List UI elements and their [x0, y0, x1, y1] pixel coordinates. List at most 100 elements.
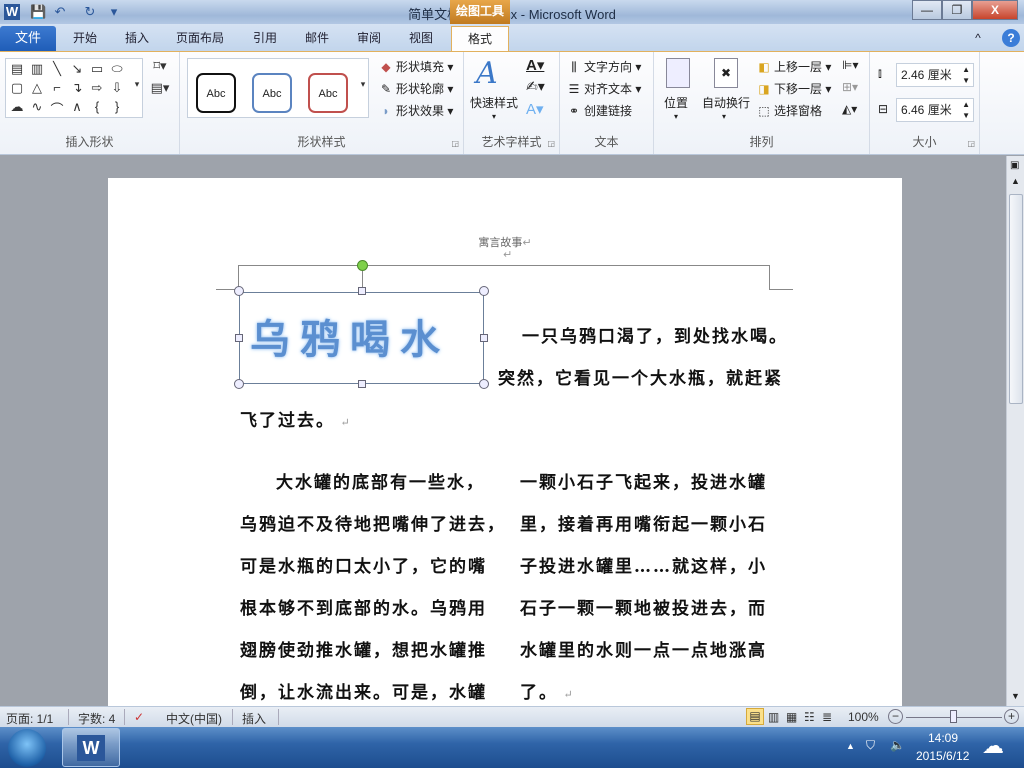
selection-pane-button[interactable]: ⬚ 选择窗格	[756, 102, 822, 119]
help-icon[interactable]: ?	[1002, 29, 1020, 47]
create-link-button[interactable]: ⚭ 创建链接	[566, 102, 632, 119]
bring-forward-button[interactable]: ◧ 上移一层 ▾	[756, 58, 831, 75]
left-column-line[interactable]: 根本够不到底部的水。乌鸦用	[240, 594, 487, 619]
shape-oval[interactable]: ⬭	[108, 61, 126, 77]
text-line[interactable]: 一只乌鸦口渴了，到处找水喝。	[522, 322, 788, 347]
print-layout-icon[interactable]: ▤	[746, 708, 764, 725]
tab-insert[interactable]: 插入	[114, 27, 160, 51]
page-count[interactable]: 页面: 1/1	[6, 710, 53, 727]
left-column-line[interactable]: 翅膀使劲推水罐，想把水罐推	[240, 636, 487, 661]
shape-elbow[interactable]: ⌐	[48, 80, 66, 95]
show-hidden-icons[interactable]: ▲	[846, 741, 855, 751]
right-column-line[interactable]: 子投进水罐里……就这样，小	[520, 552, 767, 577]
language[interactable]: 中文(中国)	[166, 710, 222, 727]
right-column-line[interactable]: 了。 ↵	[520, 678, 575, 703]
shape-fill-button[interactable]: ◆ 形状填充 ▾	[378, 58, 453, 75]
resize-handle[interactable]	[234, 286, 244, 296]
clock-date[interactable]: 2015/6/12	[916, 749, 969, 763]
ruler-toggle-icon[interactable]: ▣	[1010, 160, 1019, 171]
group-icon[interactable]: ⊞▾	[842, 80, 858, 94]
resize-handle[interactable]	[234, 379, 244, 389]
start-button[interactable]	[8, 729, 46, 767]
right-column-line[interactable]: 里，接着再用嘴衔起一颗小石	[520, 510, 767, 535]
rotate-handle[interactable]	[357, 260, 368, 271]
resize-handle[interactable]	[235, 334, 243, 342]
taskbar-word-button[interactable]: W	[62, 728, 120, 767]
shape-freeform[interactable]: ∿	[28, 99, 46, 115]
resize-handle[interactable]	[479, 286, 489, 296]
shape-curve[interactable]: ∧	[68, 99, 86, 115]
insert-mode[interactable]: 插入	[242, 710, 266, 727]
shape-line[interactable]: ╲	[48, 61, 66, 77]
volume-icon[interactable]: 🔈	[890, 738, 905, 752]
zoom-slider-thumb[interactable]	[950, 710, 957, 723]
zoom-level[interactable]: 100%	[848, 710, 879, 724]
document-page[interactable]: 寓言故事↵ ↵ 乌鸦喝水 一只乌鸦口渴了，到处找水喝。 突然，它看见一个大水瓶，…	[108, 178, 902, 706]
shape-width-input[interactable]: 6.46 厘米 ▲ ▼	[896, 98, 974, 122]
wordart-textbox[interactable]: 乌鸦喝水	[239, 292, 484, 384]
position-button[interactable]: 位置	[664, 94, 688, 111]
shape-cloud[interactable]: ☁	[8, 99, 26, 115]
tab-page-layout[interactable]: 页面布局	[170, 27, 230, 51]
zoom-in-button[interactable]: +	[1004, 709, 1019, 724]
right-column-line[interactable]: 一颗小石子飞起来，投进水罐	[520, 468, 767, 493]
rotate-icon[interactable]: ◭▾	[842, 102, 857, 116]
outline-icon[interactable]: ☷	[804, 710, 815, 724]
web-layout-icon[interactable]: ▦	[786, 710, 797, 724]
network-icon[interactable]: ⛉	[866, 738, 875, 753]
text-line[interactable]: 飞了过去。 ↵	[240, 406, 352, 431]
collapse-ribbon-icon[interactable]: ^	[970, 27, 986, 51]
edit-shape-icon[interactable]: ⌑▾	[148, 58, 172, 74]
shape-rectangle[interactable]: ▭	[88, 61, 106, 77]
left-column-line[interactable]: 可是水瓶的口太小了，它的嘴	[240, 552, 487, 577]
clock-time[interactable]: 14:09	[928, 731, 958, 745]
tab-review[interactable]: 审阅	[346, 27, 392, 51]
shape-arc[interactable]: ⌒	[48, 99, 66, 118]
shape-elbow-arrow[interactable]: ↴	[68, 80, 86, 96]
restore-button[interactable]: ❐	[942, 0, 972, 20]
shape-effects-button[interactable]: ◗ 形状效果 ▾	[378, 102, 453, 119]
zoom-out-button[interactable]: −	[888, 709, 903, 724]
shape-vertical-textbox[interactable]: ▥	[28, 61, 46, 77]
spinner-icon[interactable]: ▲ ▼	[962, 64, 970, 86]
right-column-line[interactable]: 石子一颗一颗地被投进去，而	[520, 594, 767, 619]
style-sample-red[interactable]: Abc	[308, 73, 348, 113]
draw-textbox-icon[interactable]: ▤▾	[148, 80, 172, 96]
shape-textbox[interactable]: ▤	[8, 61, 26, 77]
send-backward-button[interactable]: ◨ 下移一层 ▾	[756, 80, 831, 97]
resize-handle[interactable]	[358, 380, 366, 388]
align-text-button[interactable]: ☰ 对齐文本 ▾	[566, 80, 642, 97]
shape-triangle[interactable]: △	[28, 80, 46, 96]
wrap-text-button[interactable]: 自动换行	[702, 94, 750, 111]
resize-handle[interactable]	[358, 287, 366, 295]
dialog-launcher-icon[interactable]: ◲	[547, 139, 555, 148]
tab-references[interactable]: 引用	[242, 27, 288, 51]
proofing-icon[interactable]: ✓	[134, 710, 144, 724]
left-column-line[interactable]: 乌鸦迫不及待地把嘴伸了进去，	[240, 510, 506, 535]
shape-outline-button[interactable]: ✎ 形状轮廓 ▾	[378, 80, 453, 97]
tab-format[interactable]: 格式	[451, 26, 509, 52]
shape-arrow[interactable]: ↘	[68, 61, 86, 77]
word-count[interactable]: 字数: 4	[78, 710, 115, 727]
weather-icon[interactable]: ☁	[982, 733, 1004, 759]
dialog-launcher-icon[interactable]: ◲	[451, 139, 459, 148]
shape-down-arrow[interactable]: ⇩	[108, 80, 126, 96]
scroll-up-icon[interactable]: ▲	[1011, 176, 1020, 186]
quick-styles-button[interactable]: 快速样式	[470, 94, 518, 111]
shape-rounded-rect[interactable]: ▢	[8, 80, 26, 96]
scroll-down-icon[interactable]: ▼	[1011, 691, 1020, 701]
tab-file[interactable]: 文件	[0, 26, 56, 51]
shape-height-input[interactable]: 2.46 厘米 ▲ ▼	[896, 63, 974, 87]
style-sample-black[interactable]: Abc	[196, 73, 236, 113]
dialog-launcher-icon[interactable]: ◲	[967, 139, 975, 148]
close-button[interactable]: X	[972, 0, 1018, 20]
right-column-line[interactable]: 水罐里的水则一点一点地涨高	[520, 636, 767, 661]
gallery-scroll-icon[interactable]: ▾	[354, 79, 372, 90]
tab-mailings[interactable]: 邮件	[294, 27, 340, 51]
tab-view[interactable]: 视图	[398, 27, 444, 51]
resize-handle[interactable]	[479, 379, 489, 389]
text-fill-icon[interactable]: A▾	[526, 56, 544, 74]
text-outline-icon[interactable]: ✍▾	[526, 78, 545, 95]
shape-left-brace[interactable]: {	[88, 99, 106, 114]
vertical-scrollbar[interactable]: ▣ ▲ ▼	[1006, 156, 1024, 706]
